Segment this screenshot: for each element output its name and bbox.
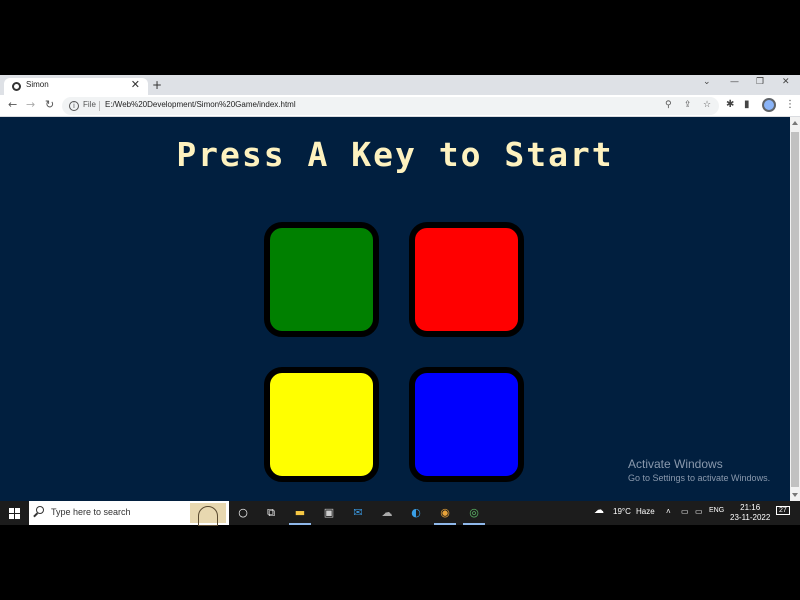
blue-button[interactable] <box>409 367 524 482</box>
clock[interactable]: 21:16 23-11-2022 <box>730 503 770 523</box>
weather-desc[interactable]: Haze <box>636 507 655 516</box>
address-bar[interactable]: i File E:/Web%20Development/Simon%20Game… <box>62 97 719 115</box>
zoom-icon[interactable]: ⚲ <box>665 100 672 110</box>
minimize-icon[interactable]: — <box>730 77 739 87</box>
globe-icon <box>12 82 21 91</box>
activate-title: Activate Windows <box>628 457 723 471</box>
search-highlight-image <box>190 503 226 526</box>
photos-icon[interactable]: ☁ <box>379 505 395 521</box>
menu-icon[interactable]: ⋮ <box>785 99 795 110</box>
level-title: Press A Key to Start <box>176 135 614 174</box>
sidebar-icon[interactable]: ▮ <box>744 99 750 110</box>
chevron-down-icon[interactable]: ⌄ <box>703 77 711 87</box>
battery-icon[interactable]: ▭ <box>695 507 703 516</box>
share-icon[interactable]: ⇪ <box>684 100 692 110</box>
back-icon[interactable]: ← <box>8 98 17 112</box>
app-icon[interactable]: ◎ <box>463 505 485 525</box>
extensions-icon[interactable]: ✱ <box>726 99 734 110</box>
task-view-icon[interactable]: ⧉ <box>263 505 279 521</box>
tab-title: Simon <box>26 80 49 89</box>
mail-icon[interactable]: ✉ <box>350 505 366 521</box>
green-button[interactable] <box>264 222 379 337</box>
store-icon[interactable]: ▣ <box>321 505 337 521</box>
clock-time: 21:16 <box>740 503 761 512</box>
scroll-thumb[interactable] <box>791 132 799 487</box>
chrome-icon[interactable]: ◉ <box>434 505 456 525</box>
close-icon[interactable]: ✕ <box>782 77 790 87</box>
game-page: Press A Key to Start Activate Windows Go… <box>0 117 790 501</box>
url-scheme: File <box>83 100 96 109</box>
browser-toolbar: ← → ↻ i File E:/Web%20Development/Simon%… <box>0 95 800 117</box>
tab-close-icon[interactable]: ✕ <box>131 78 140 91</box>
reload-icon[interactable]: ↻ <box>45 98 54 112</box>
url-divider <box>99 101 100 111</box>
windows-start-icon[interactable] <box>9 508 20 519</box>
browser-window: Simon ✕ + ⌄ — ❐ ✕ ← → ↻ i File E:/Web%20… <box>0 75 800 501</box>
notifications-icon[interactable]: 27 <box>776 506 790 515</box>
restore-icon[interactable]: ❐ <box>756 77 764 87</box>
forward-icon[interactable]: → <box>26 98 35 112</box>
scroll-down-icon[interactable] <box>792 493 798 497</box>
edge-icon[interactable]: ◐ <box>408 505 424 521</box>
red-button[interactable] <box>409 222 524 337</box>
language-indicator[interactable]: ENG <box>709 507 724 514</box>
new-tab-button[interactable]: + <box>152 78 162 92</box>
network-icon[interactable]: ▭ <box>681 507 689 516</box>
cortana-icon[interactable]: ○ <box>235 505 251 521</box>
weather-temp[interactable]: 19°C <box>613 507 631 516</box>
profile-icon[interactable] <box>762 98 776 112</box>
star-icon[interactable]: ☆ <box>703 100 711 110</box>
yellow-button[interactable] <box>264 367 379 482</box>
chevron-up-icon[interactable]: ˄ <box>666 507 671 516</box>
search-icon <box>36 506 44 514</box>
tab-strip: Simon ✕ + ⌄ — ❐ ✕ <box>0 75 800 95</box>
scrollbar[interactable] <box>790 117 800 501</box>
search-placeholder: Type here to search <box>51 507 131 517</box>
activate-windows-watermark: Activate Windows Go to Settings to activ… <box>628 457 770 483</box>
activate-subtitle: Go to Settings to activate Windows. <box>628 473 771 483</box>
info-icon[interactable]: i <box>69 101 79 111</box>
weather-icon[interactable]: ☁ <box>594 505 604 516</box>
file-explorer-icon[interactable]: ▬ <box>289 505 311 525</box>
taskbar-search[interactable]: Type here to search <box>29 501 229 526</box>
taskbar: Type here to search ○ ⧉ ▬ ▣ ✉ ☁ ◐ ◉ ◎ ☁ … <box>0 501 800 526</box>
url-text[interactable]: E:/Web%20Development/Simon%20Game/index.… <box>105 100 296 109</box>
tab-simon[interactable]: Simon ✕ <box>4 78 148 95</box>
clock-date: 23-11-2022 <box>730 513 771 522</box>
scroll-up-icon[interactable] <box>792 121 798 125</box>
